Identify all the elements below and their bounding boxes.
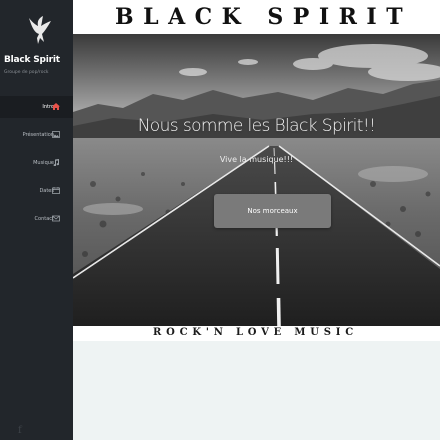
home-icon: [52, 103, 60, 110]
sidebar-item-dates[interactable]: Dates: [0, 180, 73, 202]
sidebar-item-presentation[interactable]: Présentation: [0, 124, 73, 146]
brand-tagline: Groupe de pop/rock: [4, 70, 49, 75]
sidebar-item-label: Musique: [33, 160, 54, 166]
site-header: BLACK SPIRIT: [73, 0, 440, 34]
sidebar-item-contact[interactable]: Contact: [0, 208, 73, 230]
hero-title: Nous somme les Black Spirit!!: [137, 116, 376, 136]
sidebar-nav: Intro Présentation Musique Dates Contact: [0, 96, 73, 236]
sidebar-item-label: Présentation: [22, 132, 54, 138]
calendar-icon: [52, 187, 60, 194]
sidebar-item-intro[interactable]: Intro: [0, 96, 73, 118]
content-section: [73, 341, 440, 440]
bird-logo-icon: [29, 16, 51, 44]
sidebar-item-musique[interactable]: Musique: [0, 152, 73, 174]
hero-section: Nous somme les Black Spirit!! Vive la mu…: [73, 34, 440, 326]
image-icon: [52, 131, 60, 138]
facebook-icon[interactable]: f: [18, 425, 22, 436]
hero-subtitle: Vive la musique!!!: [219, 155, 294, 164]
music-note-icon: [53, 159, 60, 166]
brand-name[interactable]: Black Spirit: [0, 55, 73, 65]
road-landscape-image: [73, 34, 440, 326]
nos-morceaux-button[interactable]: Nos morceaux: [214, 194, 331, 228]
mail-icon: [52, 215, 60, 222]
tagline-strip: ROCK'N LOVE MUSIC: [73, 326, 440, 341]
site-title: BLACK SPIRIT: [115, 4, 413, 30]
sidebar: Black Spirit Groupe de pop/rock Intro Pr…: [0, 0, 73, 440]
strip-tagline: ROCK'N LOVE MUSIC: [153, 327, 359, 338]
